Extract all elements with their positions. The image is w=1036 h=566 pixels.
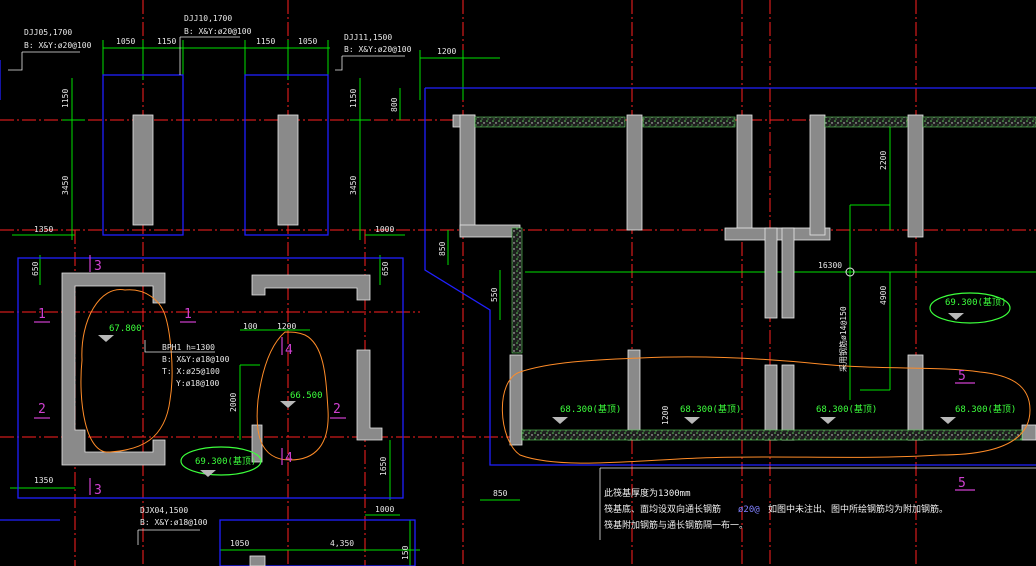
section-1-right: 1 [184, 307, 192, 322]
wall-raft-p [1021, 424, 1036, 441]
note-line-3: 筏基附加钢筋与通长钢筋隔一布一。 [604, 519, 748, 531]
wall-raft-d [626, 114, 643, 231]
dim-1350-bottom: 1350 [34, 476, 53, 485]
dim-1050-a: 1050 [116, 37, 135, 46]
elevation-68300-1: 68.300(基顶) [560, 403, 621, 415]
wall-raft-m [764, 364, 778, 441]
elevation-66500: 66.500 [290, 391, 323, 401]
rebar-vertical-note: 采用钢筋ø14@150 [838, 306, 848, 372]
dim-100: 100 [243, 322, 258, 331]
pile-cap-bph1-rebar-t2: Y:ø18@100 [176, 379, 220, 388]
dim-1000-bottom: 1000 [375, 505, 394, 514]
dim-650-left: 650 [31, 261, 40, 276]
dim-1150-b: 1150 [256, 37, 275, 46]
pile-cap-djj05-name: DJJ05,1700 [24, 28, 72, 37]
pile-cap-bph1-name: BPH1 h=1300 [162, 343, 215, 352]
dim-4900: 4900 [879, 286, 888, 305]
dim-1150-right: 1150 [349, 89, 358, 108]
section-5-top: 5 [958, 369, 966, 384]
dim-1050-bottom: 1050 [230, 539, 249, 548]
dim-1000-top: 1000 [375, 225, 394, 234]
dim-850-bottom: 850 [493, 489, 508, 498]
wall-raft-n [781, 364, 795, 441]
elevation-68300-4: 68.300(基顶) [955, 403, 1016, 415]
wall-cap-right-lower [356, 349, 383, 441]
section-1-left: 1 [38, 307, 46, 322]
elevation-markers [98, 313, 964, 477]
elevation-69300-left: 69.300(基顶) [195, 455, 256, 467]
pile-cap-djj11-rebar: B: X&Y:ø20@100 [344, 45, 412, 54]
wall-raft-c [459, 224, 521, 238]
wall-raft-h [781, 227, 795, 319]
wall-raft-i [809, 114, 826, 236]
wall-raft-b [459, 114, 476, 236]
section-4-bottom: 4 [285, 451, 293, 466]
wall-cap-right [251, 274, 371, 301]
section-5-bottom: 5 [958, 476, 966, 491]
dim-850-vertical: 850 [438, 241, 447, 256]
dim-1200-top: 1200 [437, 47, 456, 56]
dim-1350-top: 1350 [34, 225, 53, 234]
cloud-left [80, 289, 173, 453]
pile-cap-djx04-name: DJX04,1500 [140, 506, 188, 515]
pile-cap-djj10-name: DJJ10,1700 [184, 14, 232, 23]
dim-1050-b: 1050 [298, 37, 317, 46]
section-2-left: 2 [38, 402, 46, 417]
wall-raft-e [736, 114, 753, 234]
cad-drawing-canvas[interactable]: DJJ05,1700 B: X&Y:ø20@100 DJJ10,1700 B: … [0, 0, 1036, 566]
dim-2200: 2200 [879, 151, 888, 170]
pile-cap-djx04-rebar: B: X&Y:ø18@100 [140, 518, 208, 527]
wall-raft-g [764, 227, 778, 319]
elevation-68300-3: 68.300(基顶) [816, 403, 877, 415]
pile-cap-bph1-rebar-t1: T: X:ø25@100 [162, 367, 220, 376]
wall-raft-j [907, 114, 924, 238]
section-2-right: 2 [333, 402, 341, 417]
dim-550: 550 [490, 287, 499, 302]
elevation-69300-right: 69.300(基顶) [945, 296, 1006, 308]
dim-150: 150 [401, 545, 410, 560]
section-3-top: 3 [94, 259, 102, 274]
dim-1150-a: 1150 [157, 37, 176, 46]
dim-3450-right: 3450 [349, 176, 358, 195]
section-3-bottom: 3 [94, 483, 102, 498]
wall-column-right [277, 114, 299, 226]
wall-raft-k [509, 354, 523, 446]
hatched-walls [474, 116, 1036, 441]
pile-cap-djj11-name: DJJ11,1500 [344, 33, 392, 42]
elevation-ellipses [180, 292, 1011, 476]
wall-column-left [132, 114, 154, 226]
elevation-68300-2: 68.300(基顶) [680, 403, 741, 415]
dim-800: 800 [390, 97, 399, 112]
wall-raft-q [249, 555, 266, 566]
section-4-top: 4 [285, 343, 293, 358]
dim-4350: 4,350 [330, 539, 354, 548]
dim-1200-vertical: 1200 [661, 406, 670, 425]
elevation-67800: 67.800 [109, 324, 142, 334]
dim-3450-left: 3450 [61, 176, 70, 195]
dim-650-right: 650 [381, 261, 390, 276]
pile-cap-djj05-rebar: B: X&Y:ø20@100 [24, 41, 92, 50]
dim-1150-left: 1150 [61, 89, 70, 108]
note-line-2b: ø20@ [738, 505, 760, 515]
pile-cap-djj10-rebar: B: X&Y:ø20@100 [184, 27, 252, 36]
note-line-2c: 如图中未注出、图中所绘钢筋均为附加钢筋。 [768, 503, 948, 515]
note-line-1: 此筏基厚度为1300mm [604, 487, 691, 499]
pile-cap-bph1-rebar-b: B: X&Y:ø18@100 [162, 355, 230, 364]
wall-raft-l [627, 349, 641, 441]
dim-1650: 1650 [379, 457, 388, 476]
dim-16300: 16300 [818, 261, 842, 270]
wall-cap-left [61, 272, 166, 466]
dim-1200-mid: 1200 [277, 322, 296, 331]
note-line-2a: 筏基底、面均设双向通长钢筋 [604, 503, 721, 515]
dim-2000: 2000 [229, 393, 238, 412]
